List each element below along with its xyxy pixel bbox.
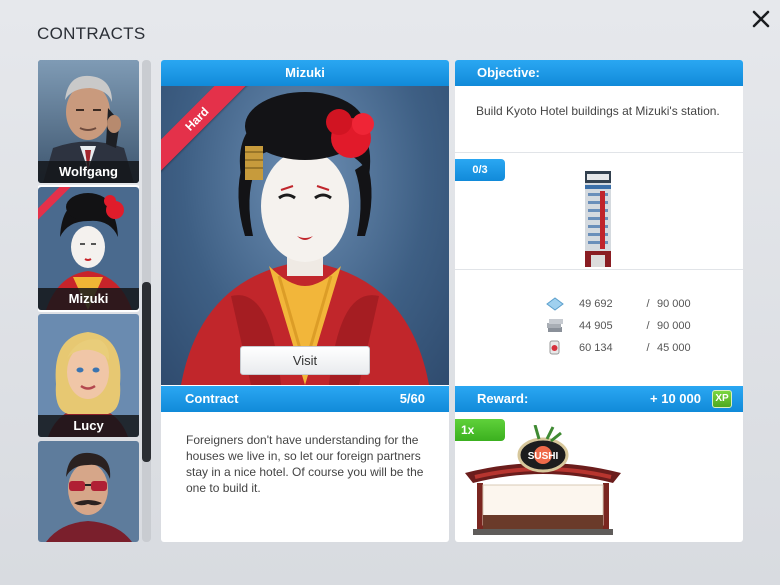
resource-row-steel: 44 905 / 90 000 [545, 316, 691, 336]
objective-panel: Objective: Build Kyoto Hotel buildings a… [455, 60, 743, 542]
steel-icon [547, 319, 563, 332]
reward-xp-amount: + 10 000 [650, 391, 701, 406]
resource-current: 60 134 [579, 342, 613, 354]
resource-required: 90 000 [657, 320, 691, 332]
contract-description: Foreigners don't have understanding for … [186, 433, 424, 495]
mizuki-portrait: Hard Visit [161, 86, 449, 385]
resource-required: 45 000 [657, 342, 691, 354]
contract-label: Contract [185, 391, 239, 406]
contracts-window: CONTRACTS Wolfgang Mizuki Lucy Mizuki Ha… [0, 0, 780, 585]
contract-progress: 5/60 [399, 391, 425, 406]
svg-text:SUSHI: SUSHI [528, 451, 559, 462]
glass-icon [546, 297, 564, 311]
resource-row-glass: 49 692 / 90 000 [545, 294, 691, 314]
hotel-building-icon [583, 171, 613, 269]
character-card-4[interactable] [38, 441, 139, 542]
resource-separator: / [646, 342, 650, 354]
scrollbar-thumb[interactable] [142, 282, 151, 462]
divider [455, 152, 743, 153]
character-card-lucy[interactable]: Lucy [38, 314, 139, 437]
resource-current: 44 905 [579, 320, 613, 332]
resource-separator: / [646, 320, 650, 332]
character-name: Mizuki [38, 288, 139, 310]
character-list-scrollbar[interactable] [142, 60, 151, 542]
character-4-portrait [38, 441, 139, 542]
divider [455, 269, 743, 270]
objective-counter: 0/3 [455, 159, 505, 181]
contract-header: Contract 5/60 [161, 386, 449, 412]
objective-text: Build Kyoto Hotel buildings at Mizuki's … [476, 104, 720, 118]
resource-required: 90 000 [657, 298, 691, 310]
character-card-wolfgang[interactable]: Wolfgang [38, 60, 139, 183]
resource-row-lamp: 60 134 / 45 000 [545, 338, 691, 358]
contract-body: Foreigners don't have understanding for … [161, 412, 449, 542]
resource-separator: / [646, 298, 650, 310]
resource-current: 49 692 [579, 298, 613, 310]
reward-body: 1x SUSHI [455, 419, 743, 542]
reward-header: Reward: + 10 000 XP [455, 386, 743, 412]
sushi-stand-icon: SUSHI [465, 425, 621, 535]
character-name: Lucy [38, 415, 139, 437]
window-title: CONTRACTS [37, 24, 146, 43]
close-button[interactable] [750, 8, 772, 30]
character-name: Wolfgang [38, 161, 139, 183]
visit-button[interactable]: Visit [240, 346, 370, 375]
objective-header: Objective: [455, 60, 743, 86]
character-list[interactable]: Wolfgang Mizuki Lucy [38, 60, 139, 542]
lamp-icon [549, 340, 560, 355]
character-card-mizuki[interactable]: Mizuki [38, 185, 139, 312]
character-name-header: Mizuki [161, 60, 449, 86]
reward-label: Reward: [477, 391, 529, 406]
close-icon [752, 10, 770, 28]
character-panel: Mizuki Hard Visit Contract 5/60 Foreigne… [161, 60, 449, 542]
mizuki-large-portrait [181, 92, 429, 385]
xp-icon: XP [712, 390, 732, 408]
